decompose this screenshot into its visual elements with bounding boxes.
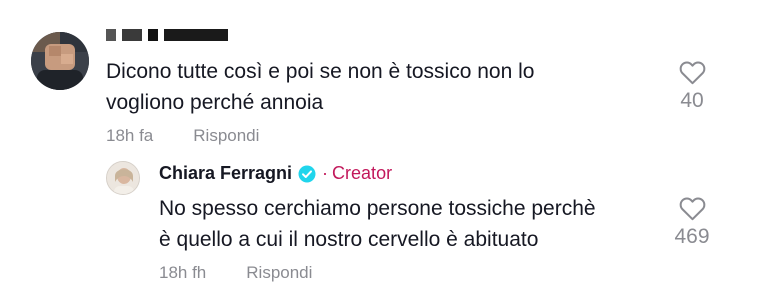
creator-badge: Creator	[332, 163, 393, 183]
avatar[interactable]	[31, 32, 89, 90]
comment-text: Dicono tutte così e poi se non è tossico…	[106, 56, 646, 118]
redaction-block	[148, 29, 158, 41]
verified-check-icon	[298, 165, 316, 182]
comment-text-line: vogliono perché annoia	[106, 91, 324, 114]
reply-meta: 18h fh Rispondi	[159, 263, 312, 283]
reply-text-line: No spesso cerchiamo persone tossiche per…	[159, 197, 596, 220]
comment-timestamp: 18h fa	[106, 126, 154, 145]
reply-text: No spesso cerchiamo persone tossiche per…	[159, 193, 659, 255]
redaction-block	[164, 29, 228, 41]
username-redacted[interactable]	[106, 24, 228, 46]
reply-button[interactable]: Rispondi	[193, 126, 259, 146]
reply-text-line: è quello a cui il nostro cervello è abit…	[159, 228, 539, 251]
redaction-block	[122, 29, 142, 41]
like-count: 469	[674, 225, 710, 248]
redaction-block	[106, 29, 116, 41]
badge-separator: ·	[322, 163, 329, 183]
avatar-image	[107, 162, 139, 194]
author-name[interactable]: Chiara Ferragni	[159, 163, 292, 184]
heart-outline-icon	[679, 61, 705, 85]
comment-meta: 18h fa Rispondi	[106, 126, 259, 146]
like-button[interactable]: 469	[666, 196, 718, 249]
like-button[interactable]: 40	[672, 60, 712, 113]
avatar[interactable]	[106, 161, 140, 195]
reply-button[interactable]: Rispondi	[246, 263, 312, 283]
like-count: 40	[680, 89, 704, 112]
reply-timestamp: 18h fh	[159, 263, 207, 282]
reply-author-row: Chiara Ferragni · Creator	[159, 163, 392, 184]
heart-outline-icon	[679, 197, 705, 221]
comment-text-line: Dicono tutte così e poi se non è tossico…	[106, 60, 535, 83]
avatar-image	[31, 32, 89, 90]
